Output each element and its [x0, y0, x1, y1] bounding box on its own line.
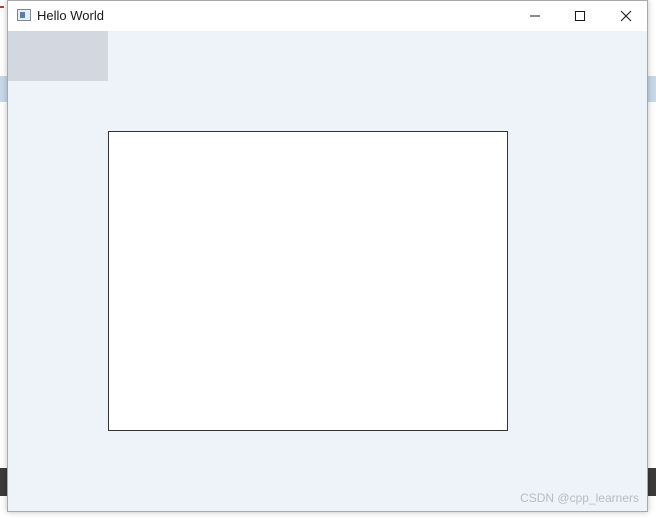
maximize-button[interactable]	[557, 1, 603, 31]
minimize-button[interactable]	[512, 1, 558, 31]
minimize-icon	[530, 15, 540, 17]
app-window: Hello World CSDN @cpp_learners	[7, 0, 648, 512]
close-button[interactable]	[603, 1, 649, 31]
watermark: CSDN @cpp_learners	[520, 491, 639, 505]
maximize-icon	[575, 11, 585, 21]
window-title: Hello World	[37, 8, 104, 23]
desktop: Hello World CSDN @cpp_learners	[0, 0, 656, 519]
title-bar[interactable]: Hello World	[8, 1, 647, 31]
menu-placeholder	[8, 31, 108, 81]
background-fragment	[0, 6, 4, 8]
app-icon[interactable]	[17, 9, 31, 21]
close-icon	[620, 10, 632, 22]
graphics-view[interactable]	[108, 131, 508, 431]
